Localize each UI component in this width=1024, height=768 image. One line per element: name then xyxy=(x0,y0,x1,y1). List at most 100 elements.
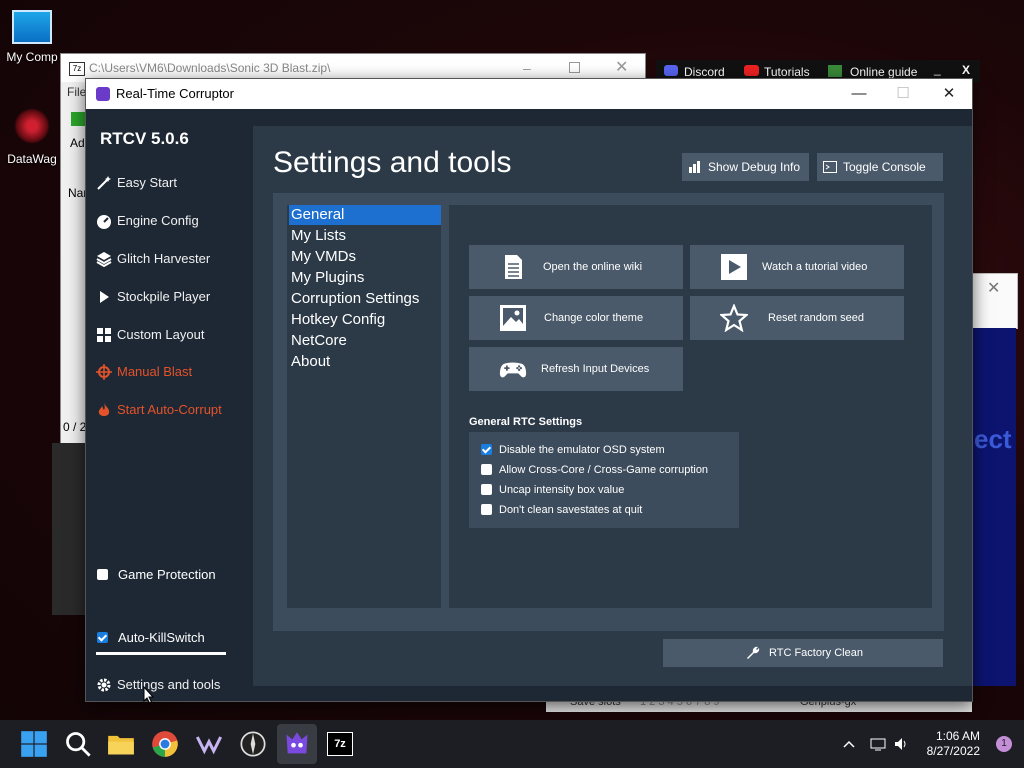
list-item-my-lists[interactable]: My Lists xyxy=(289,226,441,246)
star-icon xyxy=(720,304,748,332)
auto-killswitch-toggle[interactable]: Auto-KillSwitch xyxy=(96,628,236,648)
refresh-input-devices-button[interactable]: Refresh Input Devices xyxy=(469,347,683,391)
minimize-button[interactable]: — xyxy=(836,79,882,109)
general-panel: Open the online wiki Watch a tutorial vi… xyxy=(449,205,932,608)
show-debug-info-button[interactable]: Show Debug Info xyxy=(682,153,809,181)
network-icon[interactable] xyxy=(870,736,886,752)
list-item-hotkey-config[interactable]: Hotkey Config xyxy=(289,310,441,330)
auto-killswitch-checkbox[interactable] xyxy=(97,632,108,643)
desktop-icon-label: DataWag xyxy=(7,152,57,166)
zip-window-lower xyxy=(52,443,85,615)
discord-link[interactable]: Discord xyxy=(684,65,725,79)
nav-manual-blast[interactable]: Manual Blast xyxy=(94,359,234,385)
toggle-console-button[interactable]: Toggle Console xyxy=(817,153,943,181)
nav-label: Glitch Harvester xyxy=(117,251,211,266)
online-guide-link[interactable]: Online guide xyxy=(850,65,917,79)
image-icon xyxy=(500,305,526,331)
rtc-taskbar-icon[interactable] xyxy=(283,730,311,758)
taskbar: 7z 1:06 AM 8/27/2022 1 xyxy=(0,720,1024,768)
option-checkbox[interactable] xyxy=(481,444,492,455)
reset-random-seed-button[interactable]: Reset random seed xyxy=(690,296,904,340)
system-clock[interactable]: 1:06 AM 8/27/2022 xyxy=(927,729,980,759)
list-item-about[interactable]: About xyxy=(289,352,441,372)
list-item-corruption-settings[interactable]: Corruption Settings xyxy=(289,289,441,309)
fire-icon xyxy=(98,403,110,416)
nav-label: Start Auto-Corrupt xyxy=(117,402,222,417)
open-wiki-label: Open the online wiki xyxy=(543,261,643,273)
list-item-my-vmds[interactable]: My VMDs xyxy=(289,247,441,267)
7zip-taskbar-icon[interactable]: 7z xyxy=(327,732,353,756)
nav-label: Custom Layout xyxy=(117,327,205,342)
zip-maximize-button[interactable] xyxy=(569,62,580,73)
chrome-icon[interactable] xyxy=(151,730,179,758)
zip-add-icon[interactable] xyxy=(71,112,85,126)
option-checkbox[interactable] xyxy=(481,504,492,515)
list-item-my-plugins[interactable]: My Plugins xyxy=(289,268,441,288)
desktop-icon-datawag[interactable]: DataWag xyxy=(2,108,62,166)
volume-icon[interactable] xyxy=(893,736,909,752)
chevron-up-icon[interactable] xyxy=(843,740,855,748)
bar-minimize-button[interactable]: _ xyxy=(934,62,941,76)
clock-date: 8/27/2022 xyxy=(926,744,980,758)
bar-chart-icon xyxy=(689,161,700,173)
option-label: Don't clean savestates at quit xyxy=(499,504,643,516)
notification-badge[interactable]: 1 xyxy=(996,736,1012,752)
show-debug-info-label: Show Debug Info xyxy=(708,160,801,174)
page-title: Settings and tools xyxy=(273,146,512,179)
grid-icon xyxy=(97,328,111,342)
game-protection-toggle[interactable]: Game Protection xyxy=(96,565,236,585)
change-color-theme-button[interactable]: Change color theme xyxy=(469,296,683,340)
open-wiki-button[interactable]: Open the online wiki xyxy=(469,245,683,289)
maximize-button[interactable]: ☐ xyxy=(880,79,926,109)
bar-close-button[interactable]: X xyxy=(962,63,970,77)
vmware-icon[interactable] xyxy=(195,730,223,758)
clock-time: 1:06 AM xyxy=(935,729,980,743)
list-item-general[interactable]: General xyxy=(289,205,441,225)
zip-close-button[interactable]: ✕ xyxy=(615,57,628,77)
nav-start-auto-corrupt[interactable]: Start Auto-Corrupt xyxy=(94,397,234,423)
settings-frame: General My Lists My VMDs My Plugins Corr… xyxy=(273,193,944,631)
settings-category-list[interactable]: General My Lists My VMDs My Plugins Corr… xyxy=(287,205,441,608)
monitor-icon xyxy=(12,10,52,44)
desktop-icon-label: My Comp xyxy=(6,50,58,64)
watch-tutorial-button[interactable]: Watch a tutorial video xyxy=(690,245,904,289)
background-dialog: ✕ xyxy=(972,273,1018,329)
game-protection-label: Game Protection xyxy=(118,567,216,582)
search-icon[interactable] xyxy=(64,730,92,758)
nav-glitch-harvester[interactable]: Glitch Harvester xyxy=(94,246,234,272)
game-protection-checkbox[interactable] xyxy=(97,569,108,580)
option-label: Disable the emulator OSD system xyxy=(499,444,665,456)
gear-icon xyxy=(97,678,111,692)
option-label: Uncap intensity box value xyxy=(499,484,625,496)
play-box-icon xyxy=(721,254,747,280)
zip-minimize-button[interactable]: – xyxy=(523,60,531,76)
toggle-console-label: Toggle Console xyxy=(843,160,926,174)
app-icon-logo[interactable] xyxy=(239,730,267,758)
rtc-titlebar[interactable]: Real-Time Corruptor — ☐ ✕ xyxy=(86,79,972,109)
nav-settings-and-tools[interactable]: Settings and tools xyxy=(94,672,234,698)
auto-killswitch-label: Auto-KillSwitch xyxy=(118,630,205,645)
tutorials-link[interactable]: Tutorials xyxy=(764,65,810,79)
mouse-cursor xyxy=(143,686,155,704)
nav-label: Stockpile Player xyxy=(117,289,211,304)
general-settings-box: Disable the emulator OSD system Allow Cr… xyxy=(469,432,739,528)
nav-stockpile-player[interactable]: Stockpile Player xyxy=(94,284,234,310)
rtc-window[interactable]: Real-Time Corruptor — ☐ ✕ RTCV 5.0.6 Eas… xyxy=(85,78,973,702)
nav-custom-layout[interactable]: Custom Layout xyxy=(94,322,234,348)
option-checkbox[interactable] xyxy=(481,464,492,475)
windows-start-icon[interactable] xyxy=(20,730,48,758)
gauge-icon xyxy=(97,215,111,229)
app-version: RTCV 5.0.6 xyxy=(100,129,189,148)
nav-engine-config[interactable]: Engine Config xyxy=(94,208,234,234)
desktop-icon-my-computer[interactable]: My Comp xyxy=(2,10,62,64)
play-icon xyxy=(100,291,109,303)
rtc-factory-clean-button[interactable]: RTC Factory Clean xyxy=(663,639,943,667)
nav-label: Manual Blast xyxy=(117,364,193,379)
option-checkbox[interactable] xyxy=(481,484,492,495)
dialog-close-icon[interactable]: ✕ xyxy=(987,278,1000,298)
list-item-netcore[interactable]: NetCore xyxy=(289,331,441,351)
close-button[interactable]: ✕ xyxy=(926,79,972,109)
nav-easy-start[interactable]: Easy Start xyxy=(94,170,234,196)
file-explorer-icon[interactable] xyxy=(107,730,135,758)
wand-icon xyxy=(97,176,111,190)
